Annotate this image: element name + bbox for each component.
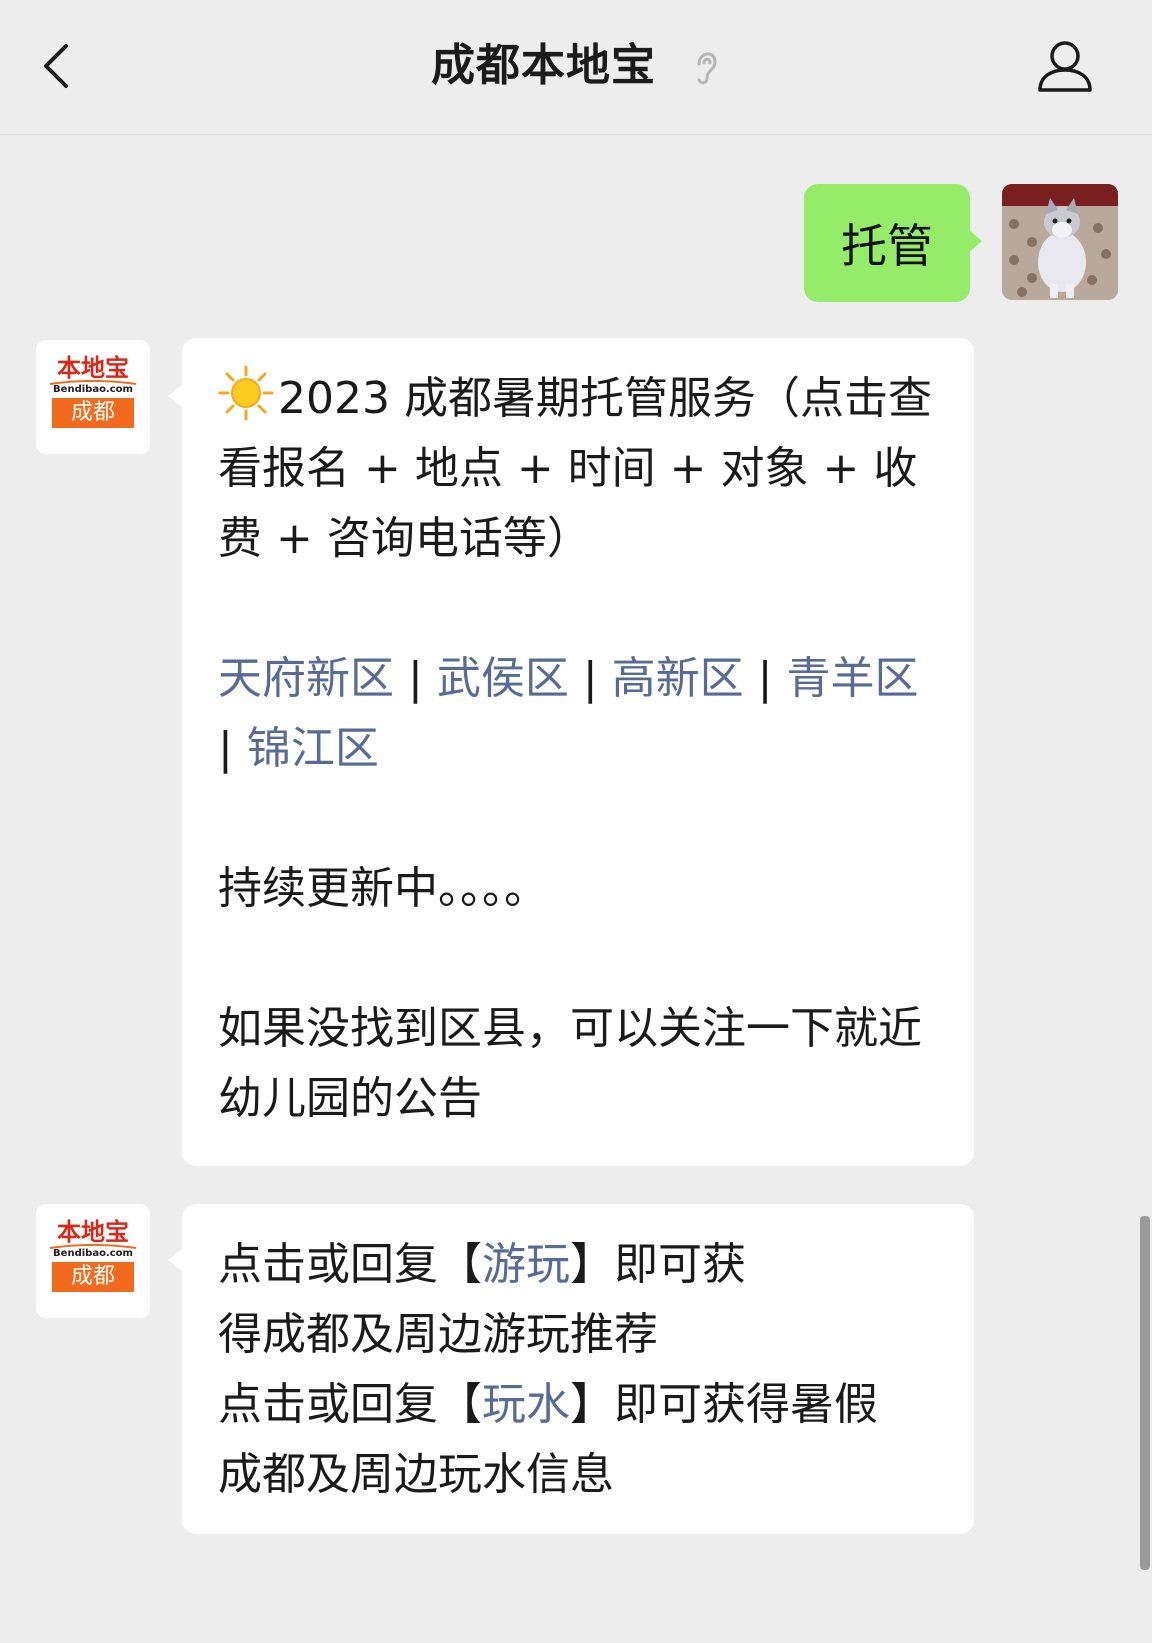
- updating-text: 持续更新中。。。。: [218, 863, 548, 914]
- incoming-message-bubble[interactable]: 点击或回复【游玩】即可获 得成都及周边游玩推荐 点击或回复【玩水】即可获得暑假 …: [182, 1204, 974, 1534]
- note-text: 如果没找到区县，可以关注一下就近幼儿园的公告: [218, 1003, 922, 1124]
- user-avatar[interactable]: [1002, 184, 1118, 300]
- district-link-jinjiang[interactable]: 锦江区: [247, 723, 379, 774]
- reply-line-3: 点击或回复【玩水】即可获得暑假: [218, 1370, 940, 1440]
- bot-avatar[interactable]: 本地宝 Bendibao.com 成都: [36, 1204, 150, 1318]
- reply-line-2: 得成都及周边游玩推荐: [218, 1309, 658, 1360]
- district-separator: |: [757, 653, 773, 704]
- reply-line-4: 成都及周边玩水信息: [218, 1449, 614, 1500]
- reply-line-1: 点击或回复【游玩】即可获: [218, 1230, 940, 1300]
- intro-text: 2023 成都暑期托管服务（点击查看报名 + 地点 + 时间 + 对象 + 收费…: [218, 373, 932, 564]
- outgoing-bubble-tail: [968, 229, 982, 253]
- bot-avatar[interactable]: 本地宝 Bendibao.com 成都: [36, 340, 150, 454]
- incoming-bubble-tail: [168, 384, 183, 408]
- avatar-logo-domain: Bendibao.com: [53, 384, 133, 395]
- district-separator: |: [218, 723, 233, 774]
- incoming-bubble-tail: [168, 1248, 183, 1272]
- title-area: 成都本地宝: [0, 36, 1152, 96]
- district-link-gaoxin[interactable]: 高新区: [612, 653, 744, 704]
- user-avatar-image: [1002, 184, 1118, 300]
- avatar-logo-city: 成都: [52, 398, 134, 428]
- district-link-tianfu[interactable]: 天府新区: [218, 653, 394, 704]
- reply-line-1-prefix: 点击或回复【: [218, 1239, 482, 1290]
- reply-line-1-suffix: 】即可获: [570, 1239, 746, 1290]
- district-link-qingyang[interactable]: 青羊区: [786, 653, 918, 704]
- sun-icon: [218, 365, 274, 421]
- avatar-logo-domain: Bendibao.com: [53, 1248, 133, 1259]
- outgoing-message-bubble[interactable]: 托管: [804, 184, 970, 302]
- avatar-logo-brand: 本地宝: [57, 354, 129, 382]
- incoming-message-bubble[interactable]: 2023 成都暑期托管服务（点击查看报名 + 地点 + 时间 + 对象 + 收费…: [182, 338, 974, 1166]
- district-links: 天府新区 | 武侯区 | 高新区 | 青羊区 | 锦江区: [218, 644, 940, 784]
- chat-header: 成都本地宝: [0, 0, 1152, 135]
- avatar-logo-brand: 本地宝: [57, 1218, 129, 1246]
- reply-line-3-suffix: 】即可获得暑假: [570, 1379, 878, 1430]
- profile-button[interactable]: [1034, 36, 1096, 96]
- district-separator: |: [408, 653, 423, 704]
- scrollbar[interactable]: [1140, 1216, 1150, 1570]
- reply-line-3-prefix: 点击或回复【: [218, 1379, 482, 1430]
- user-profile-icon: [1038, 41, 1092, 92]
- outgoing-message-text: 托管: [841, 219, 933, 273]
- ear-icon: [697, 52, 717, 85]
- district-separator: |: [582, 653, 598, 704]
- district-link-wuhou[interactable]: 武侯区: [437, 653, 569, 704]
- message-intro[interactable]: 2023 成都暑期托管服务（点击查看报名 + 地点 + 时间 + 对象 + 收费…: [218, 364, 940, 574]
- avatar-logo-city: 成都: [52, 1262, 134, 1292]
- chat-title: 成都本地宝: [430, 40, 656, 91]
- keyword-link-wanshui[interactable]: 玩水: [482, 1379, 570, 1430]
- keyword-link-youwan[interactable]: 游玩: [482, 1239, 570, 1290]
